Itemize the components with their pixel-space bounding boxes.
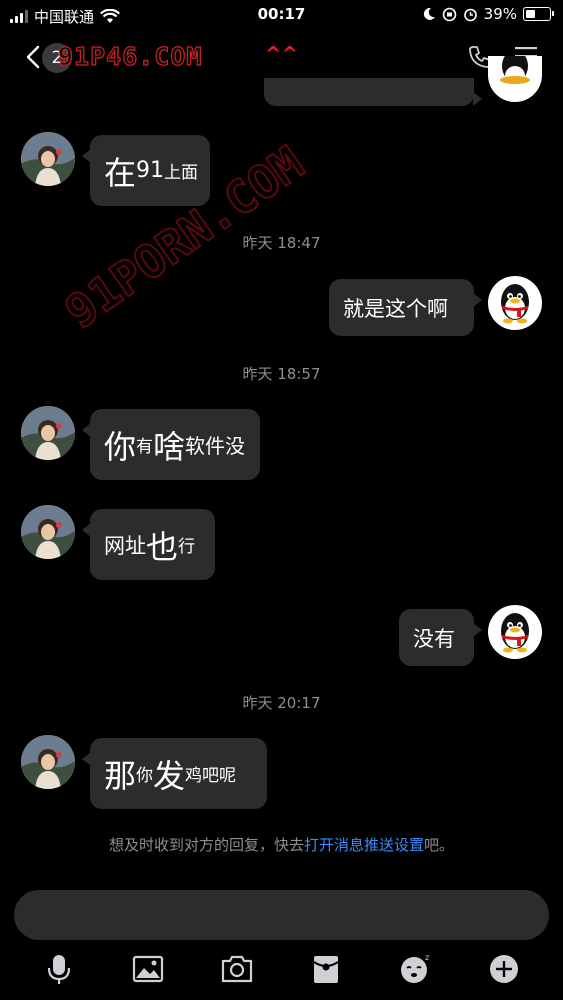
svg-text:z: z [425, 953, 429, 962]
avatar-friend[interactable] [21, 735, 75, 789]
avatar-self[interactable] [488, 605, 542, 659]
penguin-icon [501, 284, 529, 324]
message-text: 那 [104, 756, 137, 795]
timestamp: 昨天 18:47 [242, 234, 321, 252]
alarm-icon [463, 8, 477, 21]
message-text: 也 [146, 527, 179, 566]
battery-percent: 39% [483, 5, 517, 23]
red-packet-icon[interactable] [309, 952, 343, 986]
avatar-photo [21, 132, 75, 186]
message-bubble-partial[interactable] [264, 78, 482, 106]
avatar-photo [21, 735, 75, 789]
message-bubble[interactable]: 网址 也 行 [82, 509, 215, 580]
message-bubble[interactable]: 那 你 发 鸡吧呢 [82, 738, 267, 809]
message-text: 没有 [413, 626, 455, 651]
avatar-friend[interactable] [21, 505, 75, 559]
camera-icon[interactable] [220, 952, 254, 986]
chat-toolbar: z [0, 944, 563, 994]
penguin-icon [500, 56, 530, 86]
timestamp: 昨天 18:57 [242, 365, 321, 383]
push-notification-tip: 想及时收到对方的回复，快去打开消息推送设置吧。 [0, 834, 563, 855]
push-tip-suffix: 吧。 [424, 836, 455, 854]
chat-header: 2 91P46.COM ^^ [0, 32, 563, 82]
message-input[interactable] [14, 890, 549, 940]
avatar-self-partial[interactable] [488, 56, 542, 102]
status-icons: 39% [422, 5, 554, 23]
message-text: 啥 [153, 427, 186, 466]
microphone-icon[interactable] [42, 952, 76, 986]
message-text: 91 [136, 158, 165, 183]
moon-icon [423, 7, 435, 20]
emoji-icon[interactable]: z [398, 952, 432, 986]
message-bubble[interactable]: 在 91 上面 [82, 135, 210, 206]
timestamp: 昨天 20:17 [242, 694, 321, 712]
avatar-self[interactable] [488, 276, 542, 330]
message-text: 你 [136, 766, 154, 786]
penguin-icon [501, 613, 529, 653]
message-bubble[interactable]: 你 有 啥 软件没 [82, 409, 260, 480]
push-tip-prefix: 想及时收到对方的回复，快去 [108, 836, 304, 854]
message-text: 有 [136, 437, 154, 457]
message-text: 鸡吧呢 [185, 766, 237, 786]
message-bubble[interactable]: 就是这个啊 [329, 279, 482, 336]
message-text: 你 [104, 427, 137, 466]
message-text: 网址 [104, 533, 146, 558]
avatar-friend[interactable] [21, 132, 75, 186]
message-text: 行 [178, 537, 196, 557]
message-text: 就是这个啊 [343, 296, 448, 321]
message-text: 上面 [164, 163, 199, 183]
avatar-photo [21, 406, 75, 460]
plus-icon[interactable] [487, 952, 521, 986]
push-settings-link[interactable]: 打开消息推送设置 [304, 836, 424, 854]
battery-icon [523, 7, 554, 21]
message-text: 在 [104, 153, 137, 192]
orientation-lock-icon [442, 7, 456, 21]
status-bar: 中国联通 00:17 39% [0, 0, 563, 30]
avatar-friend[interactable] [21, 406, 75, 460]
message-text: 发 [153, 756, 186, 795]
avatar-photo [21, 505, 75, 559]
message-bubble[interactable]: 没有 [399, 609, 482, 666]
image-icon[interactable] [131, 952, 165, 986]
message-text: 软件没 [185, 434, 246, 458]
